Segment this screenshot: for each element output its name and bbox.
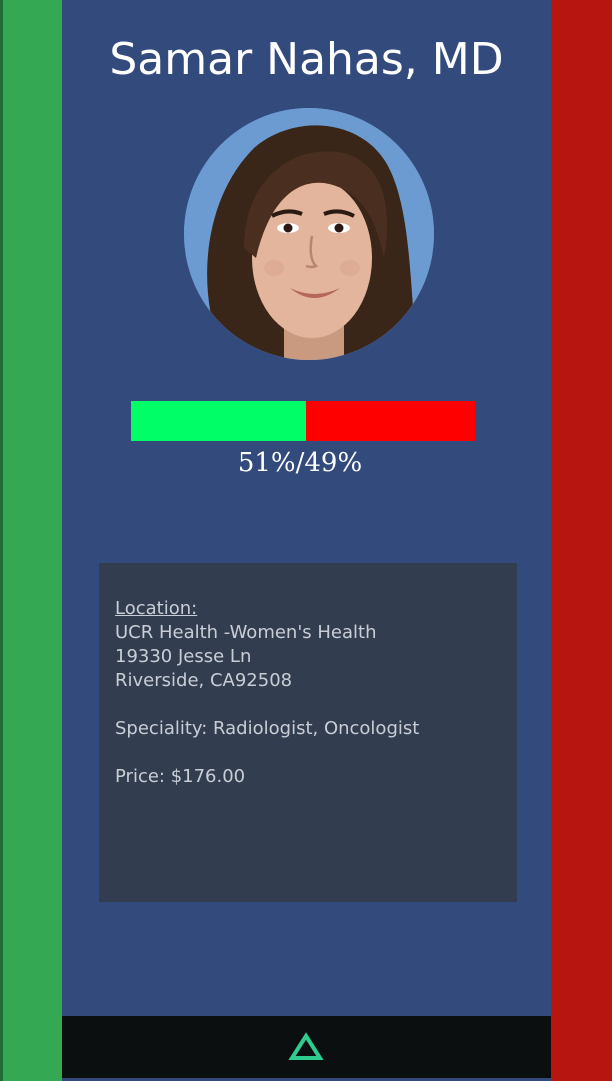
triangle-up-icon[interactable] (288, 1032, 324, 1062)
negative-ratio-segment (306, 401, 475, 441)
address-line-2: 19330 Jesse Ln (115, 646, 252, 667)
address-line-1: UCR Health -Women's Health (115, 622, 377, 643)
doctor-portrait (184, 108, 434, 360)
doctor-details-card: Location: UCR Health -Women's Health 193… (99, 563, 517, 902)
rating-ratio-bar (131, 401, 475, 441)
location-label: Location: (115, 598, 198, 619)
positive-ratio-segment (131, 401, 307, 441)
doctor-photo (184, 108, 434, 360)
swipe-left-panel[interactable] (0, 0, 62, 1081)
rating-ratio-label: 51%/49% (237, 448, 363, 478)
address-line-3: Riverside, CA92508 (115, 670, 293, 691)
doctor-name: Samar Nahas, MD (109, 34, 504, 85)
speciality-text: Speciality: Radiologist, Oncologist (115, 718, 420, 739)
profile-card: Samar Nahas, MD 51%/49% Location: UCR He… (62, 0, 551, 1081)
swipe-right-panel[interactable] (551, 0, 612, 1081)
price-text: Price: $176.00 (115, 766, 246, 787)
